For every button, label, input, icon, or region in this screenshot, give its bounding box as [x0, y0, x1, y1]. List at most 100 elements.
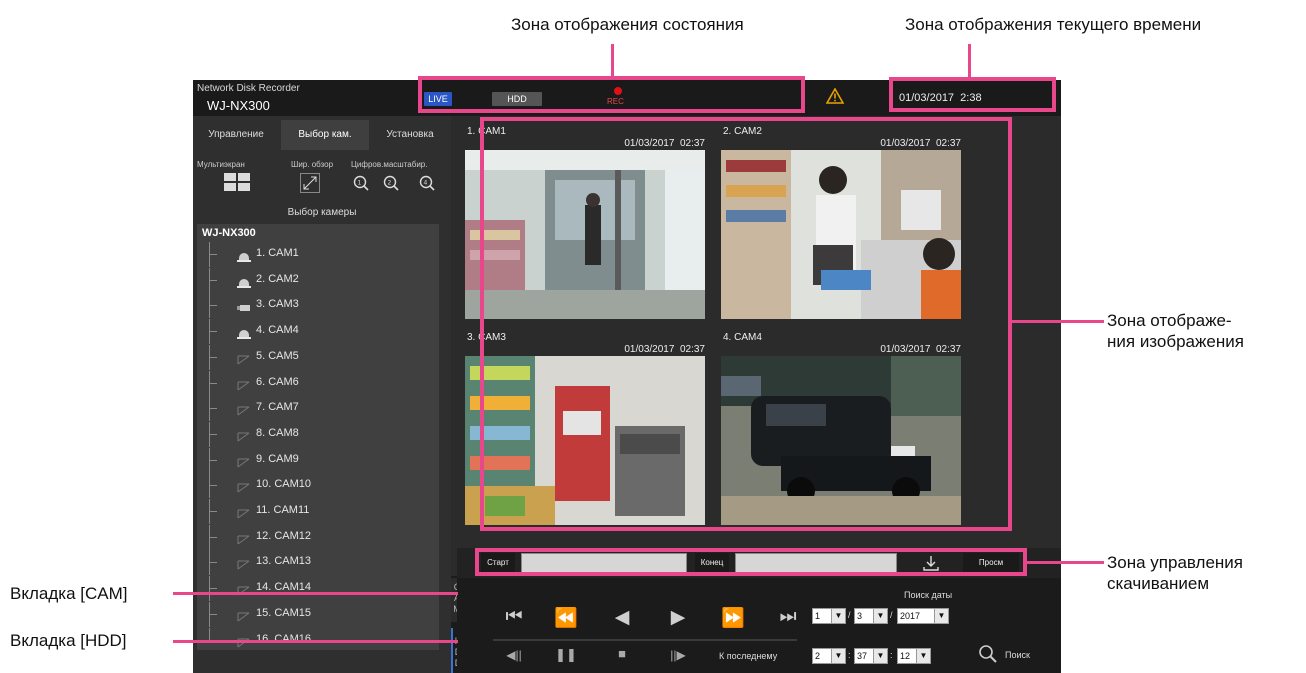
chevron-down-icon: ▼ [934, 609, 948, 623]
warning-icon[interactable] [825, 87, 845, 104]
reverse-play-icon[interactable]: ◀ [607, 606, 637, 629]
tree-root[interactable]: WJ-NX300 [202, 227, 256, 239]
tree-branch [209, 536, 217, 538]
camera-label: 4. CAM4 [256, 324, 299, 337]
chevron-down-icon: ▼ [831, 649, 845, 663]
camera-label: 11. CAM11 [256, 504, 310, 516]
tab-camera-select[interactable]: Выбор кам. [281, 120, 369, 150]
image-zone-highlight [480, 117, 1012, 531]
empty-camera-icon [237, 506, 251, 519]
chevron-down-icon: ▼ [831, 609, 845, 623]
date-separator: / [848, 610, 851, 620]
camera-list-item[interactable]: 6. CAM6 [205, 370, 435, 396]
search-button[interactable]: Поиск [1005, 650, 1030, 660]
empty-camera-icon [237, 352, 251, 365]
day-select[interactable]: 3 ▼ [854, 608, 888, 624]
dome-camera-icon [237, 275, 251, 288]
camera-list-item[interactable]: 3. CAM3 [205, 293, 435, 319]
camera-list-item[interactable]: 10. CAM10 [205, 473, 435, 499]
left-panel: Управление Выбор кам. Установка Мультиэк… [193, 116, 451, 673]
camera-list-item[interactable]: 11. CAM11 [205, 499, 435, 524]
skip-to-start-icon[interactable]: ⏮ [499, 606, 529, 628]
camera-list-item[interactable]: 7. CAM7 [205, 396, 435, 422]
camera-list-item[interactable]: 4. CAM4 [205, 319, 435, 345]
month-select[interactable]: 1 ▼ [812, 608, 846, 624]
status-zone-leader [611, 44, 614, 78]
hour-value: 2 [815, 651, 821, 661]
minute-select[interactable]: 37 ▼ [854, 648, 888, 664]
second-value: 12 [900, 651, 911, 661]
skip-to-end-icon[interactable]: ⏭ [773, 606, 803, 628]
camera-list-item[interactable]: 14. CAM14 [205, 576, 435, 602]
digital-zoom-label: Цифров.масштабир. [351, 160, 428, 169]
pause-icon[interactable]: ❚❚ [551, 647, 581, 663]
playback-controls: ⏮ ⏪ ◀ ▶ ⏩ ⏭ ◀|| ❚❚ ■ ||▶ К последнему По… [457, 578, 1061, 673]
camera-list-item[interactable]: 12. CAM12 [205, 524, 435, 550]
hdd-tab-leader [173, 640, 458, 643]
prev-frame-icon[interactable]: ◀|| [499, 648, 529, 662]
month-value: 1 [815, 611, 821, 621]
progress-track[interactable] [493, 639, 797, 641]
model-name: WJ-NX300 [207, 98, 270, 113]
multiscreen-label: Мультиэкран [197, 160, 245, 169]
fast-forward-icon[interactable]: ⏩ [718, 606, 748, 630]
camera-list-item[interactable]: 2. CAM2 [205, 267, 435, 293]
callout-image-zone-1: Зона отображе- [1107, 311, 1232, 330]
camera-label: 13. CAM13 [256, 555, 312, 568]
camera-list-item[interactable]: 13. CAM13 [205, 550, 435, 576]
camera-list-item[interactable]: 9. CAM9 [205, 447, 435, 473]
download-zone-highlight [475, 548, 1027, 576]
dome-camera-icon [237, 249, 251, 262]
camera-list-item[interactable]: 5. CAM5 [205, 344, 435, 370]
tree-branch [209, 408, 217, 410]
chevron-down-icon: ▼ [873, 649, 887, 663]
tab-control[interactable]: Управление [195, 120, 277, 150]
zoom-x2-icon[interactable]: 2 [383, 175, 399, 191]
camera-label: 10. CAM10 [256, 478, 312, 491]
svg-text:1: 1 [358, 180, 362, 187]
empty-camera-icon [237, 532, 251, 545]
next-frame-icon[interactable]: ||▶ [663, 648, 693, 662]
minute-value: 37 [857, 651, 868, 661]
camera-label: 15. CAM15 [256, 606, 312, 619]
camera-label: 6. CAM6 [256, 375, 299, 388]
callout-image-zone-2: ния изображения [1107, 332, 1244, 351]
stop-icon[interactable]: ■ [607, 646, 637, 661]
tree-branch [209, 511, 217, 512]
multiscreen-icon[interactable] [224, 173, 250, 191]
year-value: 2017 [900, 611, 921, 621]
empty-camera-icon [237, 403, 251, 416]
time-separator: : [848, 650, 851, 660]
wide-view-icon[interactable] [300, 173, 320, 193]
chevron-down-icon: ▼ [916, 649, 930, 663]
zoom-x4-icon[interactable]: 4 [419, 175, 435, 191]
cam-tab-leader [173, 592, 458, 595]
tab-setup[interactable]: Установка [371, 120, 449, 150]
callout-time-zone: Зона отображения текущего времени [905, 15, 1202, 34]
to-last-button[interactable]: К последнему [719, 651, 777, 661]
zoom-x1-icon[interactable]: 1 [353, 175, 369, 191]
camera-label: 3. CAM3 [256, 298, 299, 311]
box-camera-icon [237, 300, 251, 312]
camera-tree: WJ-NX300 1. CAM1 2. CAM2 3. CAM3 4. CAM4 5. … [197, 224, 439, 650]
dome-camera-icon [237, 326, 251, 340]
download-zone-leader [1026, 561, 1104, 564]
camera-list-item[interactable]: 8. CAM8 [205, 421, 435, 447]
empty-camera-icon [237, 429, 251, 442]
play-icon[interactable]: ▶ [663, 606, 693, 629]
fast-rewind-icon[interactable]: ⏪ [551, 606, 581, 630]
camera-list-item[interactable]: 1. CAM1 [205, 242, 435, 267]
callout-status-zone: Зона отображения состояния [511, 15, 744, 34]
callout-hdd-tab: Вкладка [HDD] [10, 631, 127, 650]
year-select[interactable]: 2017 ▼ [897, 608, 949, 624]
camera-list-item[interactable]: 15. CAM15 [205, 601, 435, 627]
hour-select[interactable]: 2 ▼ [812, 648, 846, 664]
empty-camera-icon [237, 609, 251, 622]
search-icon[interactable] [978, 644, 998, 664]
camera-label: 2. CAM2 [256, 272, 299, 285]
empty-camera-icon [237, 455, 251, 467]
second-select[interactable]: 12 ▼ [897, 648, 931, 664]
camera-select-heading: Выбор камеры [287, 207, 357, 218]
callout-download-zone-1: Зона управления [1107, 553, 1244, 572]
tree-branch [209, 331, 217, 333]
